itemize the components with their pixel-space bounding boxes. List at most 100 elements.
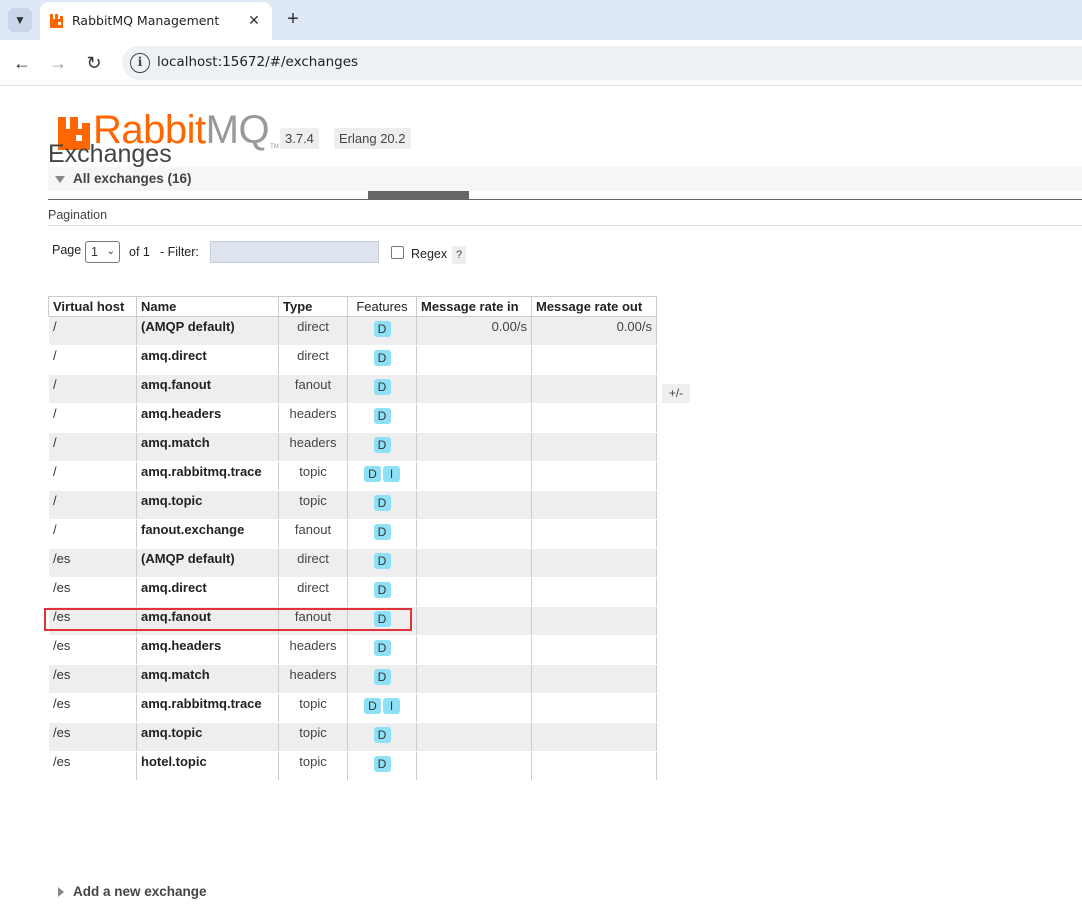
forward-arrow-icon[interactable]: →: [47, 52, 69, 74]
table-row[interactable]: / amq.match headers D: [48, 432, 657, 462]
rate-out-cell: [531, 751, 657, 781]
name-cell[interactable]: fanout.exchange: [136, 519, 279, 549]
name-cell[interactable]: amq.rabbitmq.trace: [136, 693, 279, 723]
site-info-icon[interactable]: i: [130, 53, 150, 73]
type-cell: headers: [278, 635, 348, 665]
reload-icon[interactable]: ↻: [83, 52, 105, 74]
table-row[interactable]: / (AMQP default) direct D 0.00/s 0.00/s: [48, 316, 657, 346]
table-row[interactable]: /es amq.direct direct D: [48, 577, 657, 607]
column-header-type[interactable]: Type: [278, 296, 348, 317]
rate-out-cell: [531, 722, 657, 752]
feature-badge: D: [373, 582, 391, 598]
name-cell[interactable]: (AMQP default): [136, 316, 279, 346]
type-cell: direct: [278, 577, 348, 607]
column-header-virtual-host[interactable]: Virtual host: [48, 296, 137, 317]
address-bar[interactable]: i localhost:15672/#/exchanges: [122, 46, 1082, 80]
vhost-cell[interactable]: /: [48, 345, 137, 375]
vhost-cell[interactable]: /: [48, 490, 137, 520]
feature-badge: D: [373, 640, 391, 656]
vhost-cell[interactable]: /: [48, 374, 137, 404]
features-cell: D: [347, 548, 417, 578]
name-cell[interactable]: amq.fanout: [136, 374, 279, 404]
feature-badge: D: [373, 524, 391, 540]
table-row[interactable]: /es amq.match headers D: [48, 664, 657, 694]
rabbitmq-favicon-icon: [50, 14, 63, 28]
url-text[interactable]: localhost:15672/#/exchanges: [157, 54, 358, 70]
all-exchanges-section-toggle[interactable]: All exchanges (16): [48, 167, 1082, 191]
vhost-cell[interactable]: /: [48, 316, 137, 346]
chevron-down-icon: ▼: [14, 13, 26, 27]
logo-mq-text: MQ: [205, 108, 270, 152]
vhost-cell[interactable]: /es: [48, 751, 137, 781]
name-cell[interactable]: (AMQP default): [136, 548, 279, 578]
name-cell[interactable]: amq.direct: [136, 345, 279, 375]
features-cell: D: [347, 751, 417, 781]
name-cell[interactable]: amq.match: [136, 664, 279, 694]
table-row[interactable]: / amq.fanout fanout D: [48, 374, 657, 404]
table-row[interactable]: /es hotel.topic topic D: [48, 751, 657, 781]
type-cell: headers: [278, 432, 348, 462]
back-arrow-icon[interactable]: ←: [11, 52, 33, 74]
regex-help-button[interactable]: ?: [452, 246, 466, 264]
column-header-message-rate-out[interactable]: Message rate out: [531, 296, 657, 317]
table-row[interactable]: / amq.rabbitmq.trace topic D I: [48, 461, 657, 491]
vhost-cell[interactable]: /: [48, 519, 137, 549]
table-row[interactable]: / fanout.exchange fanout D: [48, 519, 657, 549]
name-cell[interactable]: amq.match: [136, 432, 279, 462]
feature-badge: D: [373, 756, 391, 772]
features-cell: D: [347, 490, 417, 520]
feature-badge: D: [373, 321, 391, 337]
rate-out-cell: [531, 403, 657, 433]
rate-out-cell: [531, 490, 657, 520]
vhost-cell[interactable]: /es: [48, 635, 137, 665]
add-exchange-section-toggle[interactable]: Add a new exchange: [58, 884, 207, 899]
browser-tab[interactable]: RabbitMQ Management ✕: [40, 2, 272, 40]
table-row[interactable]: / amq.direct direct D: [48, 345, 657, 375]
table-header-row: Virtual host Name Type Features Message …: [48, 296, 657, 317]
table-row[interactable]: /es amq.headers headers D: [48, 635, 657, 665]
vhost-cell[interactable]: /es: [48, 577, 137, 607]
feature-badge: I: [383, 466, 400, 482]
feature-badge: D: [373, 408, 391, 424]
chevron-down-icon: ⌄: [106, 246, 115, 257]
section-title: All exchanges (16): [73, 171, 192, 186]
vhost-cell[interactable]: /es: [48, 693, 137, 723]
name-cell[interactable]: hotel.topic: [136, 751, 279, 781]
features-cell: D: [347, 577, 417, 607]
vhost-cell[interactable]: /: [48, 461, 137, 491]
vhost-cell[interactable]: /es: [48, 548, 137, 578]
table-row[interactable]: / amq.topic topic D: [48, 490, 657, 520]
rate-in-cell: 0.00/s: [416, 316, 532, 346]
name-cell[interactable]: amq.topic: [136, 490, 279, 520]
columns-toggle-button[interactable]: +/-: [662, 384, 690, 403]
name-cell[interactable]: amq.topic: [136, 722, 279, 752]
rate-in-cell: [416, 461, 532, 491]
feature-badge: D: [373, 553, 391, 569]
table-row[interactable]: /es amq.topic topic D: [48, 722, 657, 752]
vhost-cell[interactable]: /: [48, 432, 137, 462]
vhost-cell[interactable]: /: [48, 403, 137, 433]
name-cell[interactable]: amq.headers: [136, 635, 279, 665]
tab-search-button[interactable]: ▼: [8, 8, 32, 32]
column-header-message-rate-in[interactable]: Message rate in: [416, 296, 532, 317]
table-row[interactable]: /es amq.rabbitmq.trace topic D I: [48, 693, 657, 723]
rate-in-cell: [416, 664, 532, 694]
rate-in-cell: [416, 635, 532, 665]
close-tab-icon[interactable]: ✕: [244, 10, 264, 30]
name-cell[interactable]: amq.headers: [136, 403, 279, 433]
filter-input[interactable]: [210, 241, 379, 263]
name-cell[interactable]: amq.rabbitmq.trace: [136, 461, 279, 491]
page-select[interactable]: 1 ⌄: [85, 241, 120, 263]
rate-in-cell: [416, 345, 532, 375]
vhost-cell[interactable]: /es: [48, 722, 137, 752]
rate-in-cell: [416, 519, 532, 549]
rate-out-cell: [531, 461, 657, 491]
table-row[interactable]: /es (AMQP default) direct D: [48, 548, 657, 578]
column-header-name[interactable]: Name: [136, 296, 279, 317]
name-cell[interactable]: amq.direct: [136, 577, 279, 607]
new-tab-button[interactable]: +: [283, 8, 303, 32]
feature-badge: D: [373, 437, 391, 453]
regex-checkbox[interactable]: [391, 246, 404, 259]
vhost-cell[interactable]: /es: [48, 664, 137, 694]
table-row[interactable]: / amq.headers headers D: [48, 403, 657, 433]
